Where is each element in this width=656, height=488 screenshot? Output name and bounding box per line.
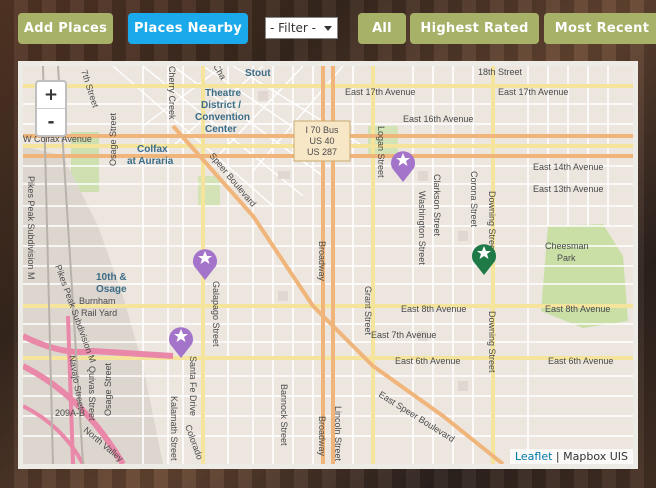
area-label: Stout xyxy=(245,68,271,79)
street-label: East 6th Avenue xyxy=(395,356,460,366)
street-label: East 16th Avenue xyxy=(403,114,473,124)
zoom-out-button[interactable]: - xyxy=(37,109,65,135)
chevron-down-icon xyxy=(324,26,332,31)
map-attribution: Leaflet | Mapbox UIS xyxy=(509,449,633,464)
street-label: Quivas Street xyxy=(87,366,97,421)
area-label: Osage xyxy=(96,284,127,295)
area-label: Center xyxy=(205,124,237,135)
street-label: Santa Fe Drive xyxy=(188,356,198,416)
street-label: Osage Street xyxy=(108,112,118,166)
area-label: Rail Yard xyxy=(81,308,117,318)
add-places-button[interactable]: Add Places xyxy=(18,13,113,44)
svg-text:I 70 Bus: I 70 Bus xyxy=(305,125,339,135)
street-label: East 7th Avenue xyxy=(371,330,436,340)
places-nearby-button[interactable]: Places Nearby xyxy=(128,13,248,44)
street-label: 209A-B xyxy=(55,408,85,418)
street-label: Grant Street xyxy=(363,286,373,336)
street-label: Broadway xyxy=(317,241,327,282)
street-label: Kalamath Street xyxy=(169,396,179,461)
area-label: at Auraria xyxy=(127,156,174,167)
street-label: Logan Street xyxy=(376,126,386,178)
street-label: East 8th Avenue xyxy=(545,304,610,314)
street-label: East 17th Avenue xyxy=(345,87,415,97)
filter-select[interactable]: - Filter - xyxy=(265,17,338,39)
street-label: Broadway xyxy=(317,416,327,457)
street-label: Osage Street xyxy=(103,362,113,416)
route-shield: I 70 Bus US 40 US 287 xyxy=(293,120,351,162)
map[interactable]: I 70 Bus US 40 US 287 18th Street East 1… xyxy=(18,61,638,469)
all-button[interactable]: All xyxy=(358,13,406,44)
highest-rated-button[interactable]: Highest Rated xyxy=(410,13,539,44)
map-canvas[interactable]: I 70 Bus US 40 US 287 18th Street East 1… xyxy=(23,66,633,464)
area-label: Cheesman xyxy=(545,241,589,251)
attribution-text: | Mapbox UIS xyxy=(555,450,628,463)
area-label: Burnham xyxy=(79,296,116,306)
street-label: Downing Street xyxy=(487,191,497,253)
street-label: East 6th Avenue xyxy=(548,356,613,366)
street-label: Downing Street xyxy=(487,311,497,373)
most-recent-button[interactable]: Most Recent xyxy=(544,13,656,44)
leaflet-link[interactable]: Leaflet xyxy=(515,450,552,463)
street-label: East 17th Avenue xyxy=(498,87,568,97)
street-label: Clarkson Street xyxy=(432,174,442,237)
street-label: East 8th Avenue xyxy=(401,304,466,314)
street-label: Lincoln Street xyxy=(333,406,343,462)
zoom-in-button[interactable]: + xyxy=(37,82,65,109)
area-label: District / xyxy=(201,100,241,111)
area-label: 10th & xyxy=(96,272,127,283)
area-label: Theatre xyxy=(205,88,242,99)
street-label: 18th Street xyxy=(478,67,523,77)
street-label: Cherry Creek xyxy=(167,66,177,120)
area-label: Park xyxy=(557,253,576,263)
street-label: Pikes Peak Subdivision M xyxy=(26,176,36,280)
area-label: Colfax xyxy=(137,144,168,155)
area-label: Convention xyxy=(195,112,250,123)
svg-text:US 287: US 287 xyxy=(307,147,337,157)
zoom-control: + - xyxy=(35,80,67,137)
street-label: Bannock Street xyxy=(279,384,289,446)
street-label: East 13th Avenue xyxy=(533,184,603,194)
street-label: Washington Street xyxy=(417,191,427,265)
svg-text:US 40: US 40 xyxy=(309,136,334,146)
street-label: East 14th Avenue xyxy=(533,162,603,172)
street-label: Galapago Street xyxy=(211,281,221,347)
filter-value: - Filter - xyxy=(270,21,317,35)
street-label: Corona Street xyxy=(469,171,479,228)
